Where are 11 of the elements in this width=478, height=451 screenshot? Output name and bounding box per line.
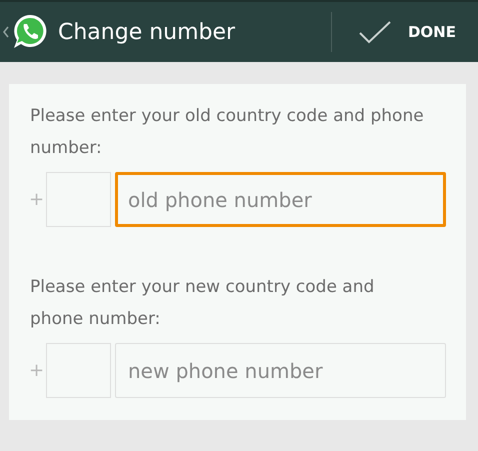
- plus-sign: +: [29, 189, 42, 210]
- back-caret-icon: [3, 26, 9, 38]
- prompt-text: Please enter your old country code and phone number:: [30, 105, 425, 160]
- done-button[interactable]: DONE: [332, 2, 478, 62]
- prompt-text: Please enter your new country code and phone number:: [30, 276, 376, 331]
- phone-number-field[interactable]: old phone number: [115, 172, 446, 227]
- country-code-field[interactable]: [46, 172, 111, 227]
- checkmark-icon: [358, 20, 392, 44]
- country-code-field[interactable]: [46, 343, 111, 398]
- plus-sign: +: [29, 360, 42, 381]
- screen-title: Change number: [58, 20, 236, 44]
